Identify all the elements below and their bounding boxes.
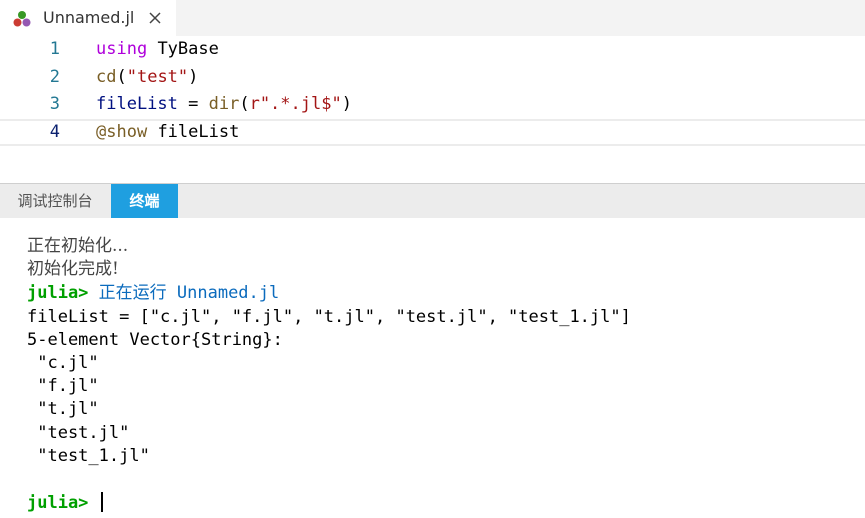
julia-prompt: julia>: [27, 493, 89, 513]
panel-tab-bar: 调试控制台 终端: [0, 184, 865, 218]
line-number: 2: [49, 66, 60, 87]
code-token: =: [177, 94, 209, 114]
code-line-1[interactable]: 1 using TyBase: [0, 36, 865, 64]
code-editor[interactable]: 1 using TyBase 2 cd("test") 3 fileList =…: [0, 36, 865, 183]
code-token: TyBase: [157, 39, 219, 59]
code-token: "test": [126, 66, 189, 87]
terminal-input-line[interactable]: julia>: [27, 492, 103, 515]
code-text: cd("test"): [96, 64, 198, 91]
terminal-run-line: julia> 正在运行 Unnamed.jl: [27, 282, 279, 305]
code-token: (: [116, 66, 127, 87]
line-number: 3: [49, 94, 60, 114]
terminal-output-line: "c.jl": [27, 353, 99, 373]
terminal-output-line: "test.jl": [27, 423, 130, 443]
line-number: 4: [49, 121, 60, 142]
terminal-output[interactable]: 正在初始化... 初始化完成! julia> 正在运行 Unnamed.jl f…: [0, 218, 865, 518]
editor-tab-bar: Unnamed.jl: [0, 0, 865, 36]
code-text: using TyBase: [96, 36, 219, 63]
text-cursor: [100, 492, 103, 512]
julia-icon: [13, 11, 31, 27]
running-message: 正在运行 Unnamed.jl: [88, 283, 280, 303]
terminal-output-line: "t.jl": [27, 399, 99, 419]
code-token: fileList: [96, 94, 178, 114]
code-token: ): [341, 94, 352, 114]
code-token: fileList: [157, 121, 240, 142]
code-token: r".*.jl$": [249, 94, 342, 114]
code-line-3[interactable]: 3 fileList = dir(r".*.jl$"): [0, 91, 865, 119]
code-line-4[interactable]: 4 @show fileList: [0, 118, 865, 146]
tab-title: Unnamed.jl: [43, 8, 135, 27]
terminal-output-line: fileList = ["c.jl", "f.jl", "t.jl", "tes…: [27, 307, 631, 327]
julia-prompt: julia>: [27, 283, 89, 303]
code-token: (: [239, 94, 250, 114]
terminal-output-line: "test_1.jl": [27, 446, 150, 466]
code-token: cd: [96, 66, 117, 87]
tab-unnamed-jl[interactable]: Unnamed.jl: [0, 0, 176, 36]
code-token: using: [96, 39, 148, 59]
code-token: @show: [96, 121, 148, 142]
terminal-init-line: 正在初始化...: [27, 236, 129, 256]
terminal-init-done-line: 初始化完成!: [27, 259, 119, 279]
terminal-output-line: "f.jl": [27, 376, 99, 396]
terminal-output-line: 5-element Vector{String}:: [27, 330, 283, 350]
tab-debug-console[interactable]: 调试控制台: [0, 184, 110, 218]
close-icon[interactable]: [148, 11, 162, 25]
code-token: ): [188, 66, 199, 87]
line-number: 1: [49, 39, 60, 59]
code-text: fileList = dir(r".*.jl$"): [96, 91, 352, 118]
code-token: dir: [208, 94, 240, 114]
code-line-2[interactable]: 2 cd("test"): [0, 64, 865, 92]
code-text: @show fileList: [96, 119, 239, 146]
tab-terminal[interactable]: 终端: [111, 184, 178, 218]
